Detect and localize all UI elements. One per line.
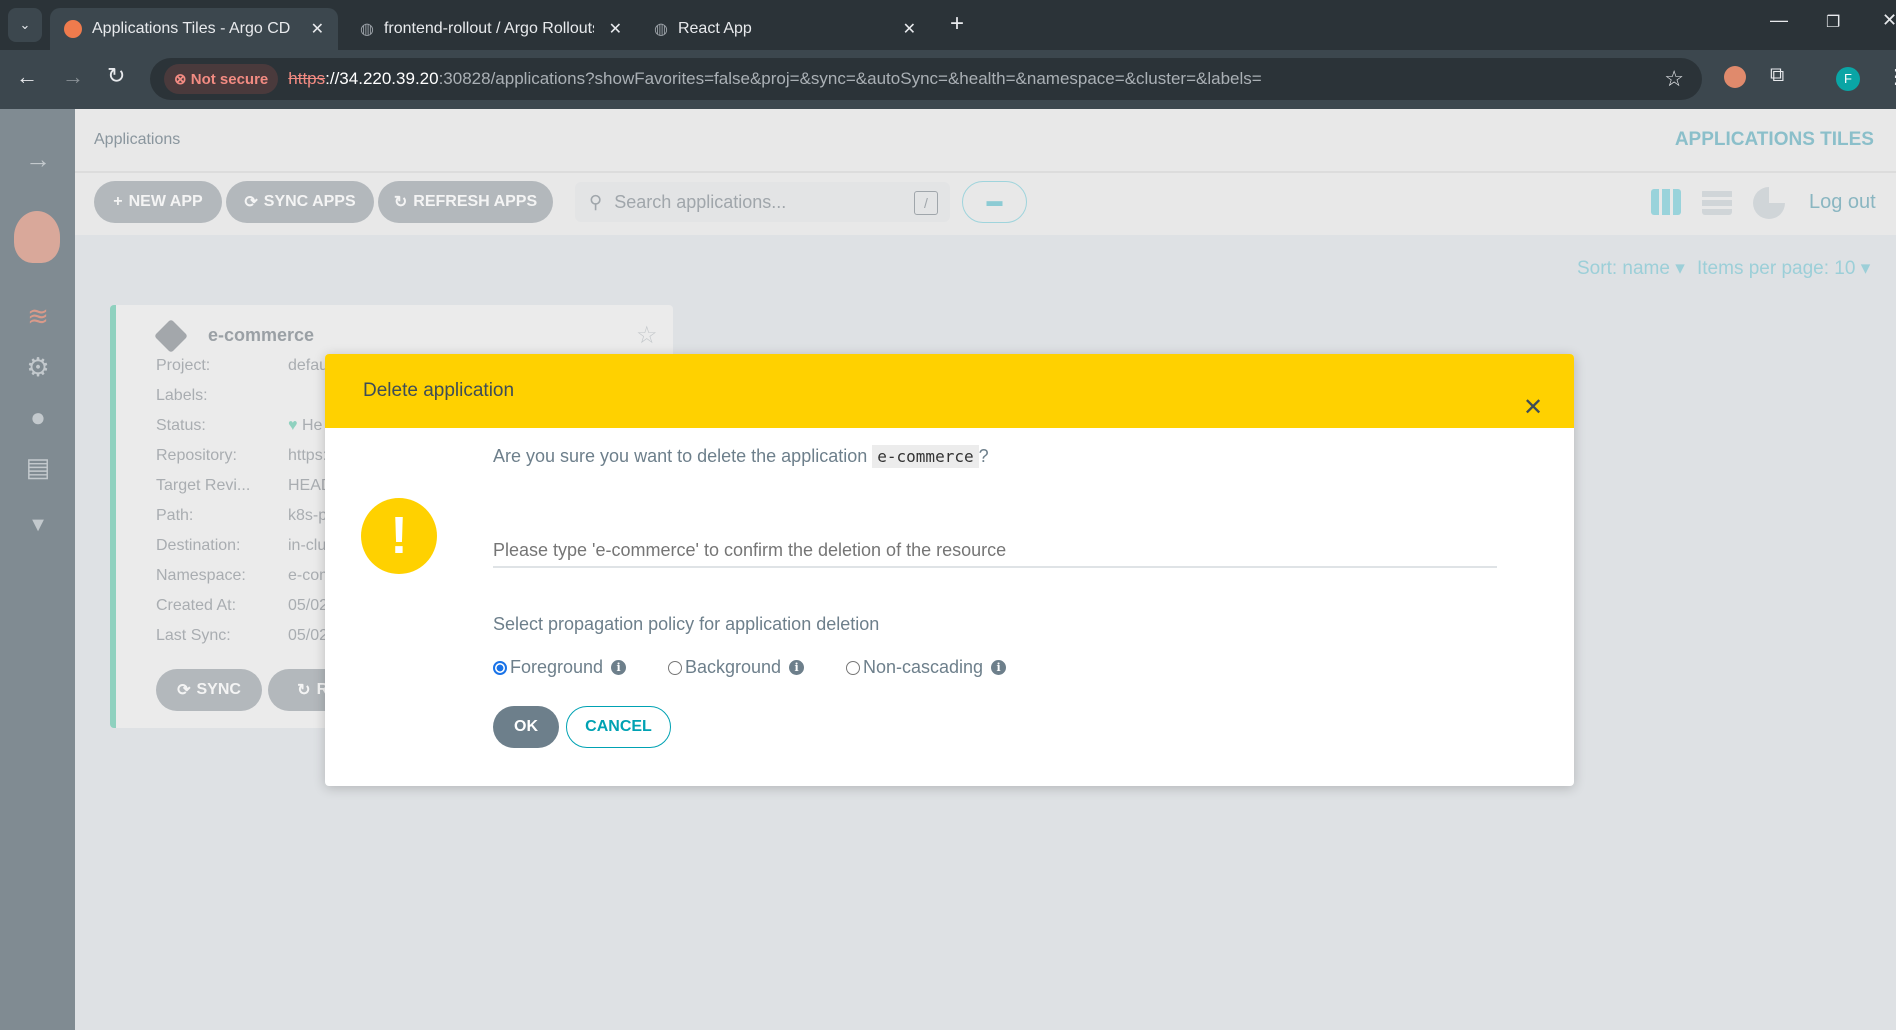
info-icon[interactable]: i	[789, 660, 805, 675]
close-tab-icon[interactable]: ✕	[311, 19, 324, 39]
tab-search-button[interactable]: ⌄	[8, 8, 42, 42]
field-value: 05/02	[288, 597, 329, 614]
reload-icon[interactable]: ↻	[107, 63, 125, 89]
close-window-button[interactable]: ✕	[1882, 10, 1896, 31]
tiles-view-icon[interactable]	[1651, 189, 1681, 215]
extensions-puzzle-icon[interactable]: ⧉	[1770, 64, 1784, 87]
radio-foreground[interactable]: Foreground i	[493, 657, 627, 678]
favorites-toggle[interactable]: ▬	[962, 181, 1027, 223]
field-label: Project:	[156, 357, 211, 374]
git-icon	[154, 319, 188, 353]
bookmark-star-icon[interactable]: ☆	[1664, 66, 1684, 92]
breadcrumb[interactable]: Applications	[94, 131, 180, 149]
logout-link[interactable]: Log out	[1809, 191, 1876, 214]
field-label: Repository:	[156, 447, 237, 464]
url-bar[interactable]: ⊗ Not secure https://34.220.39.20:30828/…	[150, 58, 1702, 100]
field-label: Last Sync:	[156, 627, 231, 644]
sidebar: → ≋ ⚙ ● ▤ ▼	[0, 109, 75, 1030]
field-label: Status:	[156, 417, 206, 434]
browser-tab-bar: ⌄ Applications Tiles - Argo CD ✕ ◍ front…	[0, 0, 1896, 50]
search-input[interactable]: ⚲ Search applications... /	[575, 182, 950, 222]
radio-button[interactable]	[493, 660, 507, 675]
delete-application-dialog: Delete application ✕ ! Are you sure you …	[325, 354, 1574, 786]
items-per-page-dropdown[interactable]: Items per page: 10 ▾	[1697, 257, 1870, 280]
forward-icon[interactable]: →	[62, 64, 84, 90]
dialog-header: Delete application ✕	[325, 354, 1574, 428]
restore-button[interactable]: ❐	[1826, 12, 1840, 32]
plus-icon: +	[113, 193, 123, 210]
sync-icon: ⟳	[177, 682, 191, 699]
refresh-apps-button[interactable]: ↻ REFRESH APPS	[378, 181, 553, 223]
tab-argo-rollouts[interactable]: ◍ frontend-rollout / Argo Rollouts ✕	[346, 8, 636, 50]
app-name-code: e-commerce	[872, 445, 979, 468]
field-value: https:	[288, 447, 328, 464]
field-value: defau	[288, 357, 329, 374]
delete-question: Are you sure you want to delete the appl…	[493, 445, 989, 468]
app-name: e-commerce	[208, 325, 315, 345]
radio-non-cascading[interactable]: Non-cascading i	[846, 657, 1007, 678]
extension-icon[interactable]	[1724, 66, 1746, 88]
summary-pie-icon[interactable]	[1753, 187, 1785, 219]
radio-background[interactable]: Background i	[668, 657, 805, 678]
tab-react-app[interactable]: ◍ React App ✕	[640, 8, 930, 50]
argo-logo	[14, 211, 60, 263]
list-view-icon[interactable]	[1702, 189, 1732, 215]
propagation-policy-label: Select propagation policy for applicatio…	[493, 614, 880, 634]
expand-sidebar-icon[interactable]: →	[22, 143, 54, 175]
sync-button[interactable]: ⟳ SYNC	[156, 669, 262, 711]
sync-icon: ⟳	[244, 194, 258, 211]
info-icon[interactable]: i	[991, 660, 1007, 675]
close-icon[interactable]: ✕	[1523, 396, 1543, 420]
back-icon[interactable]: ←	[16, 64, 38, 90]
user-info-icon[interactable]: ●	[22, 401, 54, 433]
search-icon: ⚲	[589, 191, 603, 212]
documentation-icon[interactable]: ▤	[22, 451, 54, 483]
field-label: Target Revi...	[156, 477, 251, 494]
page-header: Applications APPLICATIONS TILES	[75, 109, 1896, 173]
minimize-button[interactable]: —	[1770, 10, 1788, 31]
profile-avatar[interactable]: F	[1836, 67, 1860, 91]
field-label: Created At:	[156, 597, 237, 614]
radio-button[interactable]	[668, 660, 682, 675]
radio-button[interactable]	[846, 660, 860, 675]
shortcut-hint: /	[914, 191, 938, 215]
cancel-button[interactable]: CANCEL	[566, 706, 671, 748]
url-host: ://34.220.39.20	[325, 69, 439, 88]
globe-icon: ◍	[654, 21, 668, 38]
sync-apps-button[interactable]: ⟳ SYNC APPS	[226, 181, 374, 223]
url-path: :30828/applications?showFavorites=false&…	[438, 69, 1262, 88]
applications-layers-icon[interactable]: ≋	[22, 300, 54, 332]
refresh-icon: ↻	[297, 682, 311, 699]
confirm-name-input[interactable]	[493, 534, 1497, 568]
sort-dropdown[interactable]: Sort: name ▾	[1577, 257, 1685, 280]
warning-icon: !	[361, 498, 437, 574]
settings-gear-icon[interactable]: ⚙	[22, 351, 54, 383]
field-value: 05/02	[288, 627, 329, 644]
not-secure-badge[interactable]: ⊗ Not secure	[164, 64, 279, 94]
new-app-button[interactable]: + NEW APP	[94, 181, 222, 223]
argo-favicon-icon	[64, 20, 82, 38]
page-title: APPLICATIONS TILES	[1674, 129, 1874, 150]
healthy-heart-icon: ♥	[288, 417, 298, 434]
url-scheme: https	[288, 69, 326, 88]
field-label: Labels:	[156, 387, 208, 404]
favorite-star-icon[interactable]: ☆	[636, 321, 658, 350]
field-label: Path:	[156, 507, 194, 524]
status-value: ♥ He	[288, 417, 323, 434]
info-icon[interactable]: i	[611, 660, 627, 675]
field-label: Destination:	[156, 537, 241, 554]
new-tab-button[interactable]: +	[950, 10, 964, 38]
ok-button[interactable]: OK	[493, 706, 559, 748]
dialog-title: Delete application	[363, 380, 515, 401]
filter-icon[interactable]: ▼	[22, 509, 54, 541]
refresh-icon: ↻	[393, 194, 408, 211]
close-tab-icon[interactable]: ✕	[903, 19, 916, 39]
close-tab-icon[interactable]: ✕	[609, 19, 622, 39]
field-label: Namespace:	[156, 567, 246, 584]
tab-argo-cd[interactable]: Applications Tiles - Argo CD ✕	[50, 8, 338, 50]
globe-icon: ◍	[360, 21, 374, 38]
browser-menu-icon[interactable]: ⋮	[1886, 64, 1896, 89]
